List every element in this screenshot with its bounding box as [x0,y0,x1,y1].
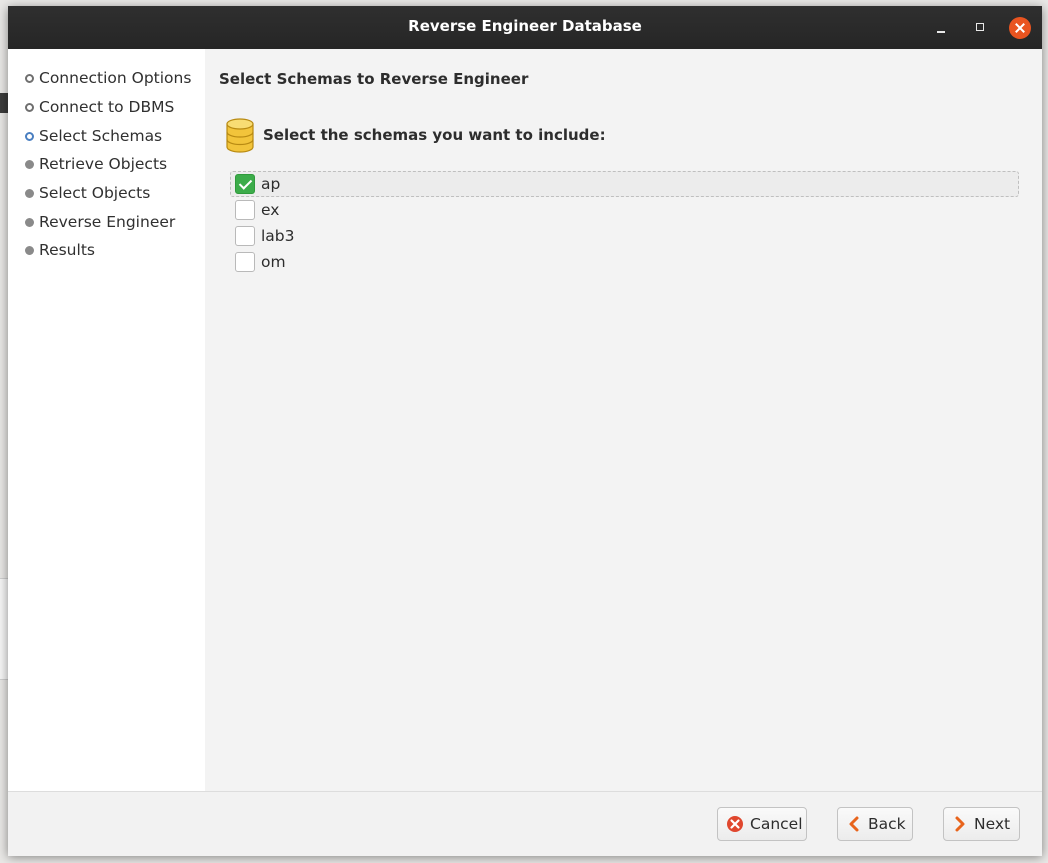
schema-item-om[interactable]: om [230,249,1019,275]
dialog-footer: Cancel Back Next [8,791,1042,856]
step-label: Connect to DBMS [39,98,175,116]
chevron-left-icon [849,816,859,832]
wizard-steps-sidebar: Connection Options Connect to DBMS Selec… [8,49,205,791]
step-bullet-icon [25,245,34,255]
schema-item-ap[interactable]: ap [230,171,1019,197]
main-content: Select Schemas to Reverse Engineer Selec… [205,49,1042,791]
step-bullet-icon [25,188,34,198]
schema-checkbox-om[interactable] [235,252,255,272]
step-label: Results [39,241,95,259]
database-icon [226,118,254,153]
cancel-icon [727,816,743,832]
chevron-right-icon [955,816,965,832]
schema-label: ex [261,201,280,219]
schema-item-ex[interactable]: ex [230,197,1019,223]
step-reverse-engineer: Reverse Engineer [25,211,175,233]
title-bar: Reverse Engineer Database [8,6,1042,49]
back-button[interactable]: Back [837,807,913,841]
step-bullet-icon [25,131,34,141]
step-bullet-icon [25,102,34,112]
step-connection-options: Connection Options [25,67,191,89]
minimize-button[interactable] [931,17,953,39]
step-label: Connection Options [39,69,192,87]
close-button[interactable] [1009,17,1031,39]
step-select-schemas: Select Schemas [25,125,162,147]
step-label: Retrieve Objects [39,155,168,173]
cancel-label: Cancel [750,815,803,833]
schema-item-lab3[interactable]: lab3 [230,223,1019,249]
schema-checkbox-ex[interactable] [235,200,255,220]
background-panel-fragment [0,578,8,680]
step-bullet-icon [25,217,34,227]
step-retrieve-objects: Retrieve Objects [25,153,167,175]
schema-checkbox-lab3[interactable] [235,226,255,246]
schema-checkbox-ap[interactable] [235,174,255,194]
schema-label: ap [261,175,281,193]
step-bullet-icon [25,73,34,83]
step-label: Select Schemas [39,127,163,145]
cancel-button[interactable]: Cancel [717,807,807,841]
step-label: Select Objects [39,184,151,202]
page-title: Select Schemas to Reverse Engineer [219,70,529,88]
schema-label: lab3 [261,227,295,245]
next-button[interactable]: Next [943,807,1020,841]
back-label: Back [868,815,906,833]
maximize-button[interactable] [970,17,992,39]
schema-list: ap ex lab3 om [230,171,1019,275]
instruction-heading: Select the schemas you want to include: [263,126,606,144]
step-label: Reverse Engineer [39,213,176,231]
window-title: Reverse Engineer Database [408,17,642,35]
step-select-objects: Select Objects [25,182,150,204]
reverse-engineer-dialog: Reverse Engineer Database Connection Opt… [8,6,1042,856]
next-label: Next [974,815,1011,833]
schema-label: om [261,253,286,271]
step-bullet-icon [25,159,34,169]
step-connect-to-dbms: Connect to DBMS [25,96,174,118]
background-toolbar-fragment [0,93,8,113]
step-results: Results [25,239,95,261]
